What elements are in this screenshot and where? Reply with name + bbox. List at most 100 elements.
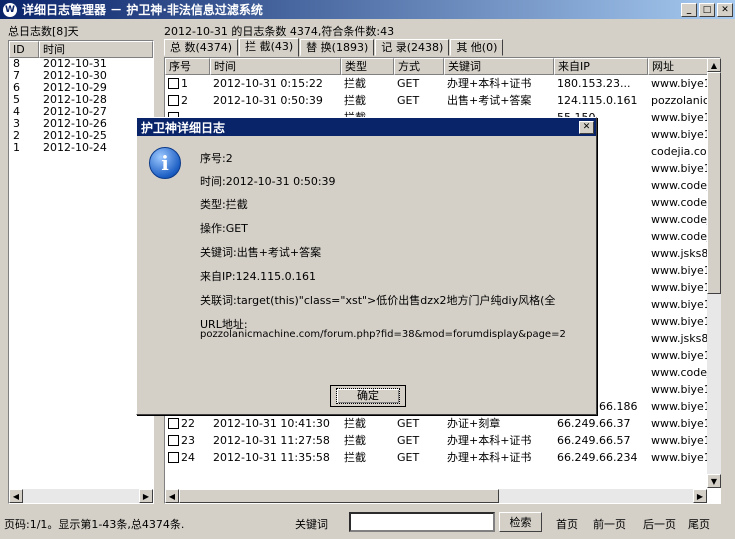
table-cell: 办理+本科+证书 [447, 77, 532, 90]
table-cell: 66.249.66.37 [557, 417, 631, 430]
table-cell: 办证+刻章 [447, 417, 501, 430]
scroll-down-icon[interactable]: ▼ [707, 474, 721, 488]
col-header-2[interactable]: 类型 [341, 58, 394, 75]
table-cell: 2012-10-31 11:35:58 [213, 451, 330, 464]
table-cell: 拦截 [344, 451, 366, 464]
row-checkbox[interactable] [168, 95, 179, 106]
ok-button-label: 确定 [336, 388, 400, 404]
table-row[interactable]: 2 2012-10-31 0:50:39 拦截 GET 出售+考试+答案 124.115.… [165, 92, 720, 109]
table-row[interactable]: 23 2012-10-31 11:27:58 拦截 GET 办理+本科+证书 66.249… [165, 432, 720, 449]
maximize-button[interactable]: □ [699, 2, 715, 17]
page-info: 页码:1/1。显示第1-43条,总4374条. [4, 518, 185, 531]
detail-operation: 操作:GET [200, 222, 248, 235]
tab-bar: 总 数(4374) 拦 截(43) 替 换(1893) 记 录(2438) 其 他(0) [164, 38, 504, 57]
table-cell: 办理+本科+证书 [447, 451, 532, 464]
col-date-header[interactable]: 时间 [39, 41, 153, 58]
vscroll-thumb[interactable] [707, 72, 721, 294]
row-checkbox[interactable] [168, 418, 179, 429]
col-header-4[interactable]: 关键词 [444, 58, 554, 75]
tab-3[interactable]: 记 录(2438) [375, 39, 450, 56]
row-serial-cell: 24 [165, 449, 210, 466]
col-header-3[interactable]: 方式 [394, 58, 444, 75]
log-table-hscroll[interactable]: ◀ ▶ [165, 489, 707, 503]
app-icon: W [3, 2, 17, 17]
keyword-input[interactable] [349, 512, 495, 532]
footer-bar: 页码:1/1。显示第1-43条,总4374条. 关键词 检索 首页 前一页 后一… [0, 508, 735, 539]
scroll-right-icon[interactable]: ▶ [693, 489, 707, 503]
log-table-vscroll[interactable]: ▲ ▼ [707, 58, 721, 488]
row-serial-cell: 22 [165, 415, 210, 432]
table-cell: 办理+本科+证书 [447, 434, 532, 447]
detail-keyword: 关键词:出售+考试+答案 [200, 246, 322, 259]
row-serial: 2 [181, 94, 188, 107]
table-cell: GET [397, 434, 420, 447]
tab-2[interactable]: 替 换(1893) [300, 39, 375, 56]
table-cell: GET [397, 451, 420, 464]
table-cell: GET [397, 94, 420, 107]
title-bar: W 详细日志管理器 － 护卫神·非法信息过滤系统 _ □ ✕ [0, 0, 735, 19]
date-list-row[interactable]: 1 2012-10-24 [9, 142, 153, 154]
date-list-hscroll[interactable]: ◀ ▶ [9, 489, 153, 503]
tab-1[interactable]: 拦 截(43) [239, 38, 300, 57]
table-cell: 2012-10-31 11:27:58 [213, 434, 330, 447]
detail-type: 类型:拦截 [200, 198, 248, 211]
col-header-1[interactable]: 时间 [210, 58, 341, 75]
table-cell: 66.249.66.234 [557, 451, 638, 464]
row-serial: 23 [181, 434, 195, 447]
row-serial-cell: 1 [165, 75, 210, 92]
table-cell: 2012-10-31 10:41:30 [213, 417, 330, 430]
table-cell: 124.115.0.161 [557, 94, 638, 107]
window-title: 详细日志管理器 － 护卫神·非法信息过滤系统 [22, 3, 263, 17]
scroll-right-icon[interactable]: ▶ [139, 489, 153, 503]
row-checkbox[interactable] [168, 78, 179, 89]
info-icon: i [149, 147, 181, 179]
table-row[interactable]: 1 2012-10-31 0:15:22 拦截 GET 办理+本科+证书 180.153.… [165, 75, 720, 92]
last-page-link[interactable]: 尾页 [688, 516, 710, 532]
row-checkbox[interactable] [168, 435, 179, 446]
detail-dialog: 护卫神详细日志 ✕ i 序号:2 时间:2012-10-31 0:50:39 类… [136, 117, 597, 415]
table-cell: 拦截 [344, 77, 366, 90]
detail-time: 时间:2012-10-31 0:50:39 [200, 175, 336, 188]
prev-page-link[interactable]: 前一页 [593, 516, 626, 532]
col-header-5[interactable]: 来自IP [554, 58, 648, 75]
row-checkbox[interactable] [168, 452, 179, 463]
row-serial: 1 [181, 77, 188, 90]
hscroll-thumb[interactable] [179, 489, 499, 503]
total-days-label: 总日志数[8]天 [8, 25, 79, 38]
table-cell: 2012-10-31 0:50:39 [213, 94, 323, 107]
scroll-up-icon[interactable]: ▲ [707, 58, 721, 72]
dialog-close-icon[interactable]: ✕ [579, 120, 594, 134]
table-cell: 180.153.23... [557, 77, 631, 90]
date-id: 1 [13, 141, 20, 154]
first-page-link[interactable]: 首页 [556, 516, 578, 532]
detail-serial: 序号:2 [200, 152, 233, 165]
row-serial-cell: 23 [165, 432, 210, 449]
row-serial-cell: 2 [165, 92, 210, 109]
minimize-button[interactable]: _ [681, 2, 697, 17]
ok-button[interactable]: 确定 [330, 385, 406, 407]
col-id-header[interactable]: ID [9, 41, 39, 58]
table-cell: 出售+考试+答案 [447, 94, 532, 107]
tab-4[interactable]: 其 他(0) [450, 39, 504, 56]
date-list[interactable]: ID 时间 8 2012-10-31 7 2012-10-30 6 2012-10-29 5… [8, 40, 154, 504]
row-serial: 24 [181, 451, 195, 464]
tab-0[interactable]: 总 数(4374) [164, 39, 239, 56]
scroll-left-icon[interactable]: ◀ [9, 489, 23, 503]
summary-text: 2012-10-31 的日志条数 4374,符合条件数:43 [164, 25, 395, 38]
keyword-label: 关键词 [295, 518, 328, 531]
scroll-left-icon[interactable]: ◀ [165, 489, 179, 503]
close-button[interactable]: ✕ [717, 2, 733, 17]
table-row[interactable]: 24 2012-10-31 11:35:58 拦截 GET 办理+本科+证书 66.249… [165, 449, 720, 466]
table-row[interactable]: 22 2012-10-31 10:41:30 拦截 GET 办证+刻章 66.249.66… [165, 415, 720, 432]
detail-url: pozzolanicmachine.com/forum.php?fid=38&m… [200, 329, 566, 340]
table-cell: 拦截 [344, 94, 366, 107]
table-cell: 拦截 [344, 417, 366, 430]
detail-related: 关联词:target(this)"class="xst">低价出售dzx2地方门… [200, 294, 556, 307]
table-cell: 拦截 [344, 434, 366, 447]
col-header-0[interactable]: 序号 [165, 58, 210, 75]
table-cell: GET [397, 77, 420, 90]
next-page-link[interactable]: 后一页 [643, 516, 676, 532]
table-cell: GET [397, 417, 420, 430]
search-button[interactable]: 检索 [499, 512, 542, 532]
dialog-title: 护卫神详细日志 [141, 120, 226, 135]
